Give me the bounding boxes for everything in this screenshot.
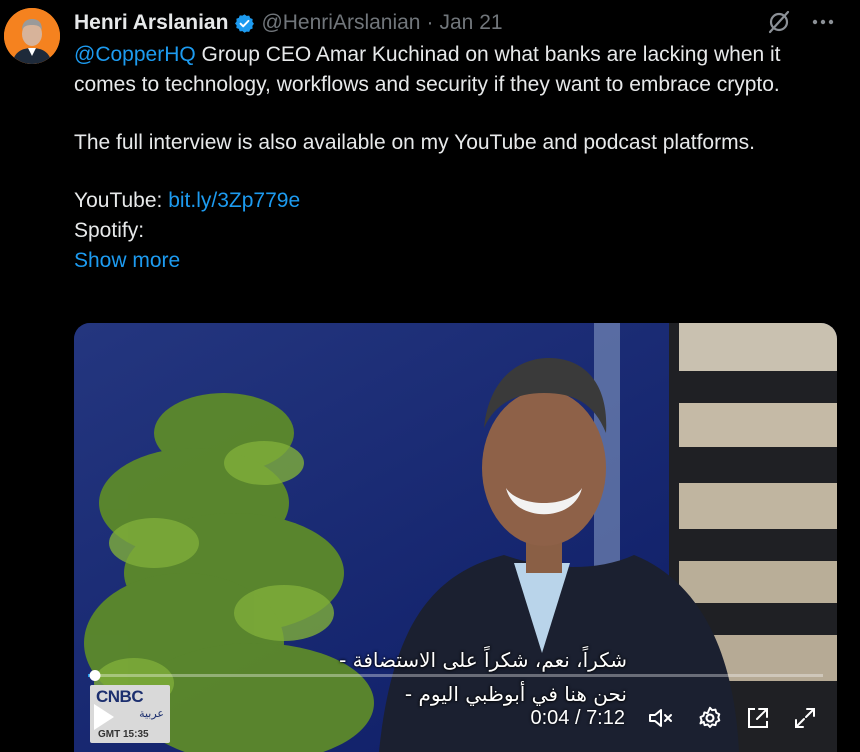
mention-link[interactable]: @CopperHQ: [74, 43, 196, 66]
youtube-link[interactable]: bit.ly/3Zp779e: [168, 189, 300, 212]
video-time: 0:04 / 7:12: [530, 707, 625, 730]
author-name[interactable]: Henri Arslanian: [74, 11, 228, 35]
tweet-text: @CopperHQ Group CEO Amar Kuchinad on wha…: [74, 40, 834, 276]
fullscreen-icon[interactable]: [793, 706, 817, 730]
settings-icon[interactable]: [697, 705, 723, 731]
duration: 7:12: [586, 706, 625, 729]
play-icon[interactable]: [94, 704, 114, 730]
tweet-header: Henri Arslanian @HenriArslanian · Jan 21: [74, 9, 503, 37]
header-separator: ·: [426, 11, 434, 34]
author-handle[interactable]: @HenriArslanian: [261, 11, 420, 35]
youtube-label: YouTube:: [74, 189, 169, 212]
spotify-line: Spotify:: [74, 219, 145, 242]
tweet-paragraph-2: The full interview is also available on …: [74, 131, 755, 154]
youtube-line: YouTube: bit.ly/3Zp779e: [74, 186, 834, 216]
current-time: 0:04: [530, 706, 570, 729]
channel-logo-arabic: عربية: [139, 707, 164, 720]
more-icon[interactable]: [812, 19, 834, 25]
avatar[interactable]: [4, 8, 60, 64]
grok-icon[interactable]: [766, 9, 792, 35]
progress-knob[interactable]: [89, 670, 101, 681]
subtitle-line-1: - شكراً، نعم، شكراً على الاستضافة: [339, 648, 627, 672]
video-controls: 0:04 / 7:12: [530, 705, 817, 731]
verified-badge-icon: [234, 13, 255, 34]
mute-icon[interactable]: [647, 706, 675, 730]
tweet-date[interactable]: Jan 21: [440, 11, 503, 35]
popout-icon[interactable]: [745, 705, 771, 731]
tweet-paragraph-1: @CopperHQ Group CEO Amar Kuchinad on wha…: [74, 40, 834, 100]
show-more-link[interactable]: Show more: [74, 249, 180, 272]
channel-time: GMT 15:35: [98, 729, 149, 740]
progress-bar[interactable]: [88, 670, 823, 681]
header-actions: [766, 9, 834, 35]
video-player[interactable]: - شكراً، نعم، شكراً على الاستضافة - نحن …: [74, 323, 837, 752]
subtitles: - شكراً، نعم، شكراً على الاستضافة - نحن …: [167, 643, 627, 711]
avatar-portrait: [4, 8, 60, 64]
time-separator: /: [569, 706, 587, 729]
